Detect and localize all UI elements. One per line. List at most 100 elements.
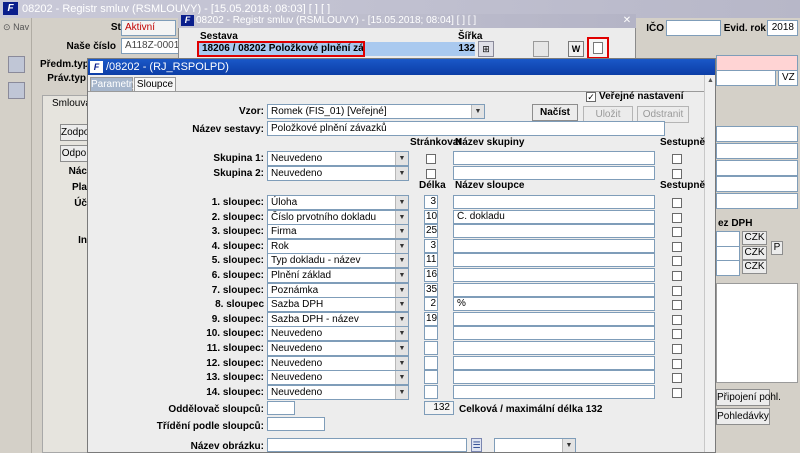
column-select[interactable]: Sazba DPH ▼ [267, 297, 409, 313]
tab-parametry[interactable]: Parametry [90, 77, 137, 91]
dokv-icon[interactable] [8, 82, 25, 99]
group-strankovat-checkbox[interactable] [426, 154, 436, 164]
dph-field-1[interactable] [716, 231, 740, 247]
column-length-field[interactable] [424, 384, 438, 399]
list-picker-icon[interactable]: ☰ [471, 438, 482, 452]
column-select[interactable]: Číslo prvotního dokladu ▼ [267, 209, 409, 225]
column-select[interactable]: Neuvedeno ▼ [267, 341, 409, 356]
group-select[interactable]: Neuvedeno ▼ [267, 151, 409, 166]
stav-field[interactable]: Aktivní [121, 20, 176, 36]
column-select[interactable]: Neuvedeno ▼ [267, 370, 409, 386]
nacist-button[interactable]: Načíst [532, 104, 578, 121]
bg-field-2[interactable] [716, 143, 798, 159]
column-length-field[interactable]: 3 [424, 238, 438, 253]
verejne-checkbox[interactable]: ✓ [586, 92, 596, 102]
column-length-field[interactable]: 25 [424, 224, 438, 239]
column-dropdown-icon[interactable]: ▼ [395, 283, 408, 297]
column-sestupne-checkbox[interactable] [672, 241, 682, 252]
column-name-field[interactable] [453, 326, 655, 341]
group-dropdown-icon[interactable]: ▼ [395, 167, 408, 180]
column-name-field[interactable] [453, 224, 655, 239]
nase-cislo-field[interactable]: A118Z-0001 [121, 38, 179, 54]
column-name-field[interactable] [453, 384, 655, 399]
column-name-field[interactable] [453, 311, 655, 326]
column-dropdown-icon[interactable]: ▼ [395, 254, 408, 268]
prav-typ-field[interactable] [716, 70, 776, 86]
group-dropdown-icon[interactable]: ▼ [395, 152, 408, 165]
nazev-sestavy-field[interactable]: Položkové plnění závazků [267, 121, 665, 136]
scroll-up-icon[interactable]: ▲ [707, 77, 714, 84]
group-select[interactable]: Neuvedeno ▼ [267, 166, 409, 181]
nav-toggle[interactable]: ⊙ Nav [3, 22, 29, 33]
column-length-field[interactable] [424, 341, 438, 355]
column-name-field[interactable] [453, 282, 655, 297]
column-dropdown-icon[interactable]: ▼ [395, 269, 408, 282]
dph-field-3[interactable] [716, 260, 740, 276]
column-dropdown-icon[interactable]: ▼ [395, 210, 408, 224]
sestava-selected-row[interactable]: 18206 / 08202 Položkové plnění závazků [197, 41, 365, 57]
bg-field-3[interactable] [716, 160, 798, 176]
column-select[interactable]: Rok ▼ [267, 238, 409, 254]
column-dropdown-icon[interactable]: ▼ [395, 385, 408, 399]
pohledavky-button[interactable]: Pohledávky [716, 408, 770, 425]
group-sestupne-checkbox[interactable] [672, 169, 682, 179]
trideni-field[interactable] [267, 417, 325, 431]
column-select[interactable]: Neuvedeno ▼ [267, 384, 409, 400]
predm-typ-field[interactable] [716, 55, 798, 71]
column-name-field[interactable] [453, 341, 655, 355]
column-name-field[interactable]: Č. dokladu [453, 209, 655, 224]
column-sestupne-checkbox[interactable] [672, 358, 682, 369]
oddelovac-field[interactable] [267, 401, 295, 415]
column-sestupne-checkbox[interactable] [672, 314, 682, 325]
column-sestupne-checkbox[interactable] [672, 329, 682, 340]
group-sestupne-checkbox[interactable] [672, 154, 682, 164]
bg-field-1[interactable] [716, 126, 798, 142]
currency-czk-2[interactable]: CZK [742, 246, 767, 260]
print-preview-icon[interactable] [587, 37, 609, 59]
column-dropdown-icon[interactable]: ▼ [395, 327, 408, 341]
sestava-close-button[interactable]: ✕ [620, 14, 634, 28]
group-name-field[interactable] [453, 166, 655, 180]
zodp-button[interactable]: Zodpo [60, 124, 89, 141]
column-length-field[interactable]: 16 [424, 268, 438, 282]
column-select[interactable]: Firma ▼ [267, 224, 409, 240]
column-dropdown-icon[interactable]: ▼ [395, 342, 408, 355]
currency-czk-1[interactable]: CZK [742, 231, 767, 245]
currency-czk-3[interactable]: CZK [742, 260, 767, 274]
column-dropdown-icon[interactable]: ▼ [395, 356, 408, 370]
column-dropdown-icon[interactable]: ▼ [395, 312, 408, 326]
column-sestupne-checkbox[interactable] [672, 198, 682, 208]
column-length-field[interactable] [424, 355, 438, 370]
column-select[interactable]: Neuvedeno ▼ [267, 355, 409, 371]
p-button[interactable]: P [771, 241, 783, 255]
ico-field[interactable] [666, 20, 721, 36]
column-name-field[interactable] [453, 355, 655, 370]
column-sestupne-checkbox[interactable] [672, 256, 682, 267]
column-name-field[interactable] [453, 238, 655, 253]
column-length-field[interactable]: 11 [424, 253, 438, 268]
column-length-field[interactable]: 2 [424, 297, 438, 312]
column-length-field[interactable] [424, 370, 438, 385]
column-sestupne-checkbox[interactable] [672, 271, 682, 281]
column-name-field[interactable] [453, 370, 655, 385]
column-select[interactable]: Úloha ▼ [267, 195, 409, 210]
column-sestupne-checkbox[interactable] [672, 300, 682, 311]
bg-field-5[interactable] [716, 193, 798, 209]
column-select[interactable]: Poznámka ▼ [267, 282, 409, 298]
evid-rok-field[interactable]: 2018 [767, 20, 798, 36]
pripojeni-pohl-button[interactable]: Připojení pohl. [716, 389, 781, 406]
column-length-field[interactable] [424, 326, 438, 341]
column-dropdown-icon[interactable]: ▼ [395, 225, 408, 239]
column-select[interactable]: Sazba DPH - název ▼ [267, 311, 409, 327]
column-select[interactable]: Plnění základ ▼ [267, 268, 409, 283]
column-name-field[interactable] [453, 195, 655, 209]
column-name-field[interactable] [453, 268, 655, 282]
obrazek-dropdown-icon[interactable]: ▼ [562, 439, 575, 452]
column-sestupne-checkbox[interactable] [672, 227, 682, 238]
column-length-field[interactable]: 35 [424, 282, 438, 297]
column-length-field[interactable]: 10 [424, 209, 438, 224]
column-select[interactable]: Typ dokladu - název ▼ [267, 253, 409, 269]
odpo-button[interactable]: Odpo [60, 145, 88, 162]
column-sestupne-checkbox[interactable] [672, 212, 682, 223]
column-dropdown-icon[interactable]: ▼ [395, 239, 408, 253]
